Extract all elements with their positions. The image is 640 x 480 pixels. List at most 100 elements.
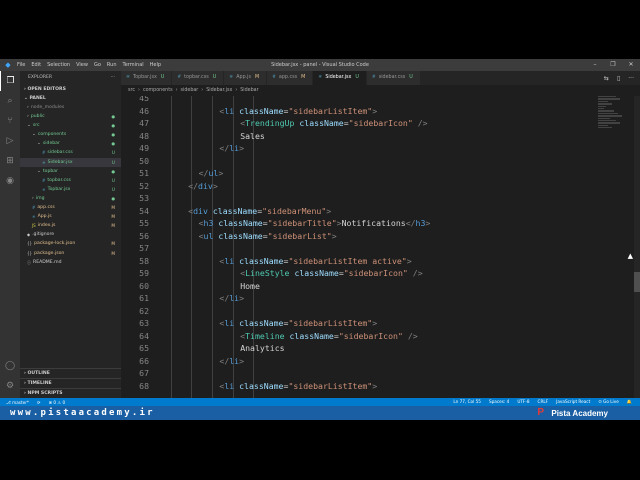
code-line: 55 <h3 className="sidebarTitle">Notificat… xyxy=(121,217,430,230)
code-token: "sidebarListItem" xyxy=(288,318,373,328)
file-type-icon: ⓘ xyxy=(27,259,31,265)
section-npm-scripts[interactable]: › NPM SCRIPTS xyxy=(20,388,121,398)
tree-item[interactable]: ⚛ App.js M xyxy=(20,212,121,221)
code-token: </ xyxy=(405,218,416,228)
tree-item[interactable]: # sidebar.css U xyxy=(20,148,121,157)
code-content: <Timeline className="sidebarIcon" /> xyxy=(157,330,418,343)
menu-item-selection[interactable]: Selection xyxy=(47,62,70,68)
tab-app-js[interactable]: ⚛ App.js M xyxy=(224,71,268,85)
tab-sidebar-jsx[interactable]: ⚛ Sidebar.jsx U xyxy=(313,71,367,85)
tree-item[interactable]: # app.css M xyxy=(20,203,121,212)
status-item-left[interactable]: ⟳ xyxy=(37,400,41,405)
tree-item[interactable]: ⌄ src ● xyxy=(20,121,121,130)
source-control-icon[interactable]: ⑂ xyxy=(0,111,20,131)
section-label: TIMELINE xyxy=(27,381,52,386)
tree-item[interactable]: ⚛ Sidebar.jsx U xyxy=(20,157,121,167)
code-editor[interactable]: ▲ 45 46 <li className="sidebarListItem"> 47… xyxy=(121,96,640,398)
code-token: h3 xyxy=(203,218,214,228)
tree-item[interactable]: ⚛ Topbar.jsx U xyxy=(20,185,121,194)
tree-item[interactable]: › img ● xyxy=(20,194,121,203)
section-timeline[interactable]: › TIMELINE xyxy=(20,378,121,388)
status-item-right[interactable]: Ln 77, Col 55 xyxy=(453,399,481,405)
account-icon[interactable]: ◯ xyxy=(0,356,20,376)
menu-item-file[interactable]: File xyxy=(17,62,25,68)
code-token: /> xyxy=(417,118,428,128)
minimize-icon[interactable]: – xyxy=(586,59,604,71)
tree-item[interactable]: › public ● xyxy=(20,112,121,121)
status-item-left[interactable]: ⊗ 0 ⚠ 0 xyxy=(49,400,66,405)
breadcrumb-item[interactable]: sidebar xyxy=(181,88,199,93)
tree-item-label-wrap: ⚛ App.js xyxy=(20,212,52,221)
menu-item-terminal[interactable]: Terminal xyxy=(123,62,144,68)
menu-item-edit[interactable]: Edit xyxy=(31,62,41,68)
status-item-right[interactable]: CRLF xyxy=(538,399,549,405)
tree-item[interactable]: › node_modules xyxy=(20,103,121,112)
vertical-scrollbar[interactable] xyxy=(634,96,640,398)
minimap[interactable] xyxy=(598,96,626,156)
search-icon[interactable]: ⌕ xyxy=(0,91,20,111)
section-label: NPM SCRIPTS xyxy=(27,391,63,396)
split-editor-icon[interactable]: ⇆ xyxy=(604,75,609,82)
git-status-badge: M xyxy=(111,250,115,256)
status-item-left[interactable]: ⎇ master* xyxy=(6,400,29,405)
git-status-badge: U xyxy=(111,150,115,156)
line-number: 61 xyxy=(139,293,149,303)
remote-icon[interactable]: ◉ xyxy=(0,171,20,191)
status-item-right[interactable]: UTF-8 xyxy=(517,399,529,405)
breadcrumb-item[interactable]: Sidebar.jsx xyxy=(206,88,232,93)
code-content: Sales xyxy=(157,130,265,143)
close-icon[interactable]: ✕ xyxy=(622,59,640,71)
code-token: li xyxy=(229,143,240,153)
tree-item[interactable]: ⌄ components ● xyxy=(20,130,121,139)
status-item-right[interactable]: 🔔 xyxy=(627,399,632,405)
status-item-right[interactable]: JavaScript React xyxy=(556,399,590,405)
editor-tabs: ⚛ Topbar.jsx U # topbar.css U ⚛ App.js M # app.css… xyxy=(121,71,640,85)
menu-item-go[interactable]: Go xyxy=(94,62,101,68)
tab-sidebar-css[interactable]: # sidebar.css U xyxy=(366,71,421,85)
tree-item[interactable]: ⌄ topbar ● xyxy=(20,167,121,176)
breadcrumb-item[interactable]: Sidebar xyxy=(240,88,258,93)
tab-topbar-jsx[interactable]: ⚛ Topbar.jsx U xyxy=(121,71,173,85)
tree-item-label-wrap: ⌄ components xyxy=(20,130,66,139)
open-editors-section[interactable]: › OPEN EDITORS xyxy=(20,85,121,94)
status-item-right[interactable]: Spaces: 4 xyxy=(489,399,509,405)
tree-item[interactable]: {} package.json M xyxy=(20,249,121,258)
breadcrumb-item[interactable]: components xyxy=(143,88,173,93)
files-icon[interactable]: ❐ xyxy=(0,71,20,91)
menu-item-run[interactable]: Run xyxy=(107,62,117,68)
maximize-icon[interactable]: ❐ xyxy=(604,59,622,71)
status-item-right[interactable]: ⊙ Go Live xyxy=(598,399,619,405)
tree-item[interactable]: ⓘ README.md xyxy=(20,258,121,267)
tree-item-name: Sidebar.jsx xyxy=(47,159,73,165)
section-outline[interactable]: › OUTLINE xyxy=(20,368,121,378)
run-debug-icon[interactable]: ▷ xyxy=(0,131,20,151)
tab-topbar-css[interactable]: # topbar.css U xyxy=(172,71,225,85)
tree-item-label-wrap: › public xyxy=(20,112,45,121)
scrollbar-thumb[interactable] xyxy=(634,272,640,292)
file-type-icon: # xyxy=(32,205,36,211)
tree-item[interactable]: {} package-lock.json M xyxy=(20,239,121,248)
status-bar: ⎇ master* ⟳ ⊗ 0 ⚠ 0 Ln 77, Col 55 Spaces: 4… xyxy=(0,398,640,406)
git-status-badge: ● xyxy=(111,195,115,201)
code-content: </li> xyxy=(157,292,244,305)
tree-item[interactable]: # topbar.css U xyxy=(20,176,121,185)
menu-item-help[interactable]: Help xyxy=(150,62,161,68)
code-content: Analytics xyxy=(157,342,284,355)
settings-icon[interactable]: ⚙ xyxy=(0,376,20,396)
more-actions-icon[interactable]: ··· xyxy=(628,75,634,82)
tree-item[interactable]: ⌄ sidebar ● xyxy=(20,139,121,148)
extensions-icon[interactable]: ⊞ xyxy=(0,151,20,171)
menu-item-view[interactable]: View xyxy=(76,62,88,68)
code-line: 46 <li className="sidebarListItem"> xyxy=(121,105,377,118)
tree-item-name: App.js xyxy=(37,214,52,220)
breadcrumb-separator-icon: › xyxy=(201,88,204,93)
code-token: > xyxy=(326,205,332,216)
breadcrumb-item[interactable]: src xyxy=(128,88,135,93)
toggle-layout-icon[interactable]: ▯ xyxy=(617,75,620,82)
project-section[interactable]: ⌄ PANEL xyxy=(20,94,121,103)
tree-item-label-wrap: JS index.js xyxy=(20,221,55,230)
more-actions-icon[interactable]: ··· xyxy=(111,71,115,85)
tab-app-css[interactable]: # app.css M xyxy=(267,71,314,85)
tree-item[interactable]: JS index.js M xyxy=(20,221,121,230)
tree-item[interactable]: ◆ .gitignore xyxy=(20,230,121,239)
